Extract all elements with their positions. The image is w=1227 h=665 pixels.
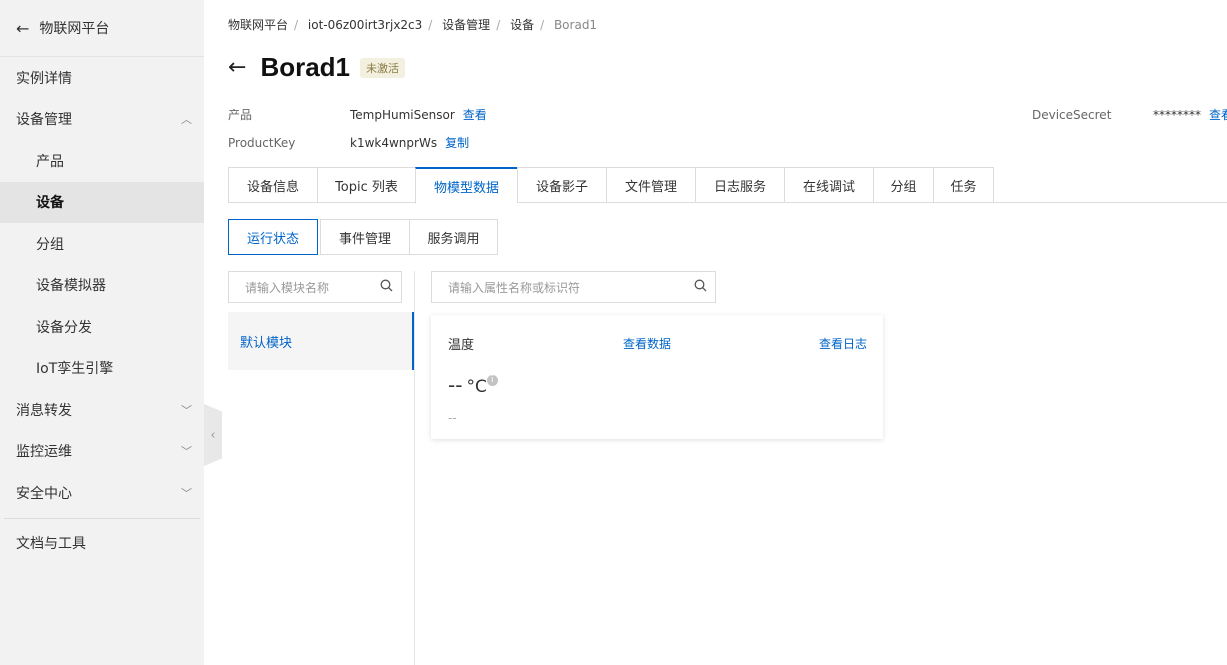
main-content: 物联网平台 / iot-06z00irt3rjx2c3/ 设备管理 / 设备 / Bo…: [228, 0, 1227, 665]
tab-bar: 设备信息 Topic 列表 物模型数据 设备影子 文件管理 日志服务 在线调试 …: [228, 167, 1227, 204]
module-item-default[interactable]: 默认模块: [228, 312, 414, 370]
breadcrumb-link[interactable]: iot-06z00irt3rjx2c3: [308, 18, 422, 32]
property-unit: °C: [466, 377, 487, 397]
subtab-bar: 运行状态 事件管理 服务调用: [228, 219, 498, 255]
chevron-down-icon: ﹀: [181, 486, 192, 500]
info-icon[interactable]: i: [486, 375, 498, 386]
property-search-placeholder: 请输入属性名称或标识符: [448, 280, 581, 295]
devicesecret-value: ********: [1153, 108, 1201, 122]
property-value: -- °C i: [448, 373, 498, 397]
sidebar-divider: [4, 517, 200, 519]
tab-group[interactable]: 分组: [873, 167, 933, 203]
tab-log-service[interactable]: 日志服务: [695, 167, 784, 203]
chevron-down-icon: ﹀: [181, 403, 192, 417]
view-data-link[interactable]: 查看数据: [623, 335, 671, 352]
subtab-service-call[interactable]: 服务调用: [409, 219, 498, 255]
sidebar-item-message-forwarding[interactable]: 消息转发 ﹀: [0, 389, 204, 431]
sidebar-item-instance-detail[interactable]: 实例详情: [0, 57, 204, 99]
panel-divider: [414, 271, 415, 665]
sidebar-item-label: 安全中心: [16, 485, 72, 502]
sidebar-item-device-distribution[interactable]: 设备分发: [0, 306, 204, 348]
chevron-up-icon: ︿: [181, 113, 192, 127]
sidebar-item-label: 设备: [36, 195, 64, 212]
sidebar-item-label: 设备管理: [16, 112, 72, 129]
sidebar-item-label: 监控运维: [16, 444, 72, 461]
status-badge: 未激活: [360, 57, 406, 78]
back-arrow-icon[interactable]: ←: [228, 55, 246, 80]
sidebar-item-monitoring[interactable]: 监控运维 ﹀: [0, 431, 204, 473]
devicesecret-info: DeviceSecret ******** 查看: [1032, 106, 1227, 123]
sidebar-item-label: 分组: [36, 236, 64, 253]
property-timestamp: --: [448, 411, 457, 425]
product-value: TempHumiSensor: [350, 108, 455, 122]
sidebar-item-label: 文档与工具: [16, 536, 86, 553]
sidebar-item-security[interactable]: 安全中心 ﹀: [0, 472, 204, 514]
view-log-link[interactable]: 查看日志: [819, 335, 867, 352]
module-name: 默认模块: [240, 335, 293, 351]
chevron-down-icon: ﹀: [181, 445, 192, 459]
tab-device-shadow[interactable]: 设备影子: [517, 167, 606, 203]
product-view-link[interactable]: 查看: [463, 108, 487, 122]
productkey-copy-link[interactable]: 复制: [445, 136, 469, 150]
sidebar-item-label: 实例详情: [16, 70, 72, 87]
product-info: 产品 TempHumiSensor 查看: [228, 106, 487, 123]
sidebar-item-label: 设备模拟器: [36, 278, 106, 295]
sidebar-collapse-toggle[interactable]: ‹: [204, 404, 222, 466]
sidebar-item-group[interactable]: 分组: [0, 223, 204, 265]
breadcrumb-link[interactable]: 设备管理: [442, 18, 490, 32]
sidebar-item-label: 消息转发: [16, 402, 72, 419]
tab-device-info[interactable]: 设备信息: [228, 167, 317, 203]
sidebar-item-label: 设备分发: [36, 319, 92, 336]
productkey-value: k1wk4wnprWs: [350, 136, 438, 150]
tab-online-debug[interactable]: 在线调试: [784, 167, 873, 203]
module-search-placeholder: 请输入模块名称: [245, 280, 330, 295]
breadcrumb-link[interactable]: 设备: [510, 18, 534, 32]
breadcrumb-current: Borad1: [553, 18, 598, 32]
breadcrumb: 物联网平台 / iot-06z00irt3rjx2c3/ 设备管理 / 设备 / Bo…: [228, 18, 598, 32]
module-search-input[interactable]: 请输入模块名称: [228, 271, 402, 303]
sidebar-back-title: 物联网平台: [39, 21, 110, 37]
search-icon[interactable]: [380, 279, 393, 296]
chevron-left-icon: ‹: [210, 427, 216, 443]
sidebar-item-device[interactable]: 设备: [0, 181, 204, 223]
tab-topic-list[interactable]: Topic 列表: [317, 167, 415, 203]
tab-task[interactable]: 任务: [933, 167, 994, 203]
sidebar-item-device-management[interactable]: 设备管理 ︿: [0, 99, 204, 141]
productkey-label: ProductKey: [228, 136, 296, 150]
search-icon[interactable]: [694, 279, 707, 296]
property-name: 温度: [448, 338, 475, 353]
property-value-text: --: [448, 373, 463, 397]
sidebar-item-docs-tools[interactable]: 文档与工具: [0, 523, 204, 565]
sidebar-item-product[interactable]: 产品: [0, 140, 204, 182]
tab-file-management[interactable]: 文件管理: [606, 167, 695, 203]
arrow-left-icon[interactable]: ←: [16, 19, 29, 38]
property-card: 温度 查看数据 查看日志 -- °C i --: [431, 315, 883, 439]
sidebar-back-header[interactable]: ← 物联网平台: [0, 0, 204, 57]
breadcrumb-link[interactable]: 物联网平台: [228, 18, 288, 32]
sidebar-item-device-simulator[interactable]: 设备模拟器: [0, 265, 204, 307]
devicesecret-view-link[interactable]: 查看: [1209, 108, 1227, 122]
subtab-running-status[interactable]: 运行状态: [228, 219, 318, 255]
tab-thing-model-data[interactable]: 物模型数据: [415, 167, 517, 204]
product-label: 产品: [228, 108, 253, 122]
sidebar: ← 物联网平台 实例详情 设备管理 ︿ 产品 设备 分组 设备模拟器 设备分发 I…: [0, 0, 204, 665]
property-search-input[interactable]: 请输入属性名称或标识符: [431, 271, 716, 303]
sidebar-item-label: 产品: [36, 153, 64, 170]
devicesecret-label: DeviceSecret: [1032, 108, 1112, 122]
title-row: ← Borad1 未激活: [228, 52, 406, 83]
page-title: Borad1: [260, 52, 351, 82]
sidebar-item-iot-twin[interactable]: IoT孪生引擎: [0, 348, 204, 390]
subtab-event-management[interactable]: 事件管理: [320, 219, 410, 255]
sidebar-item-label: IoT孪生引擎: [36, 361, 114, 378]
productkey-info: ProductKey k1wk4wnprWs 复制: [228, 134, 469, 151]
